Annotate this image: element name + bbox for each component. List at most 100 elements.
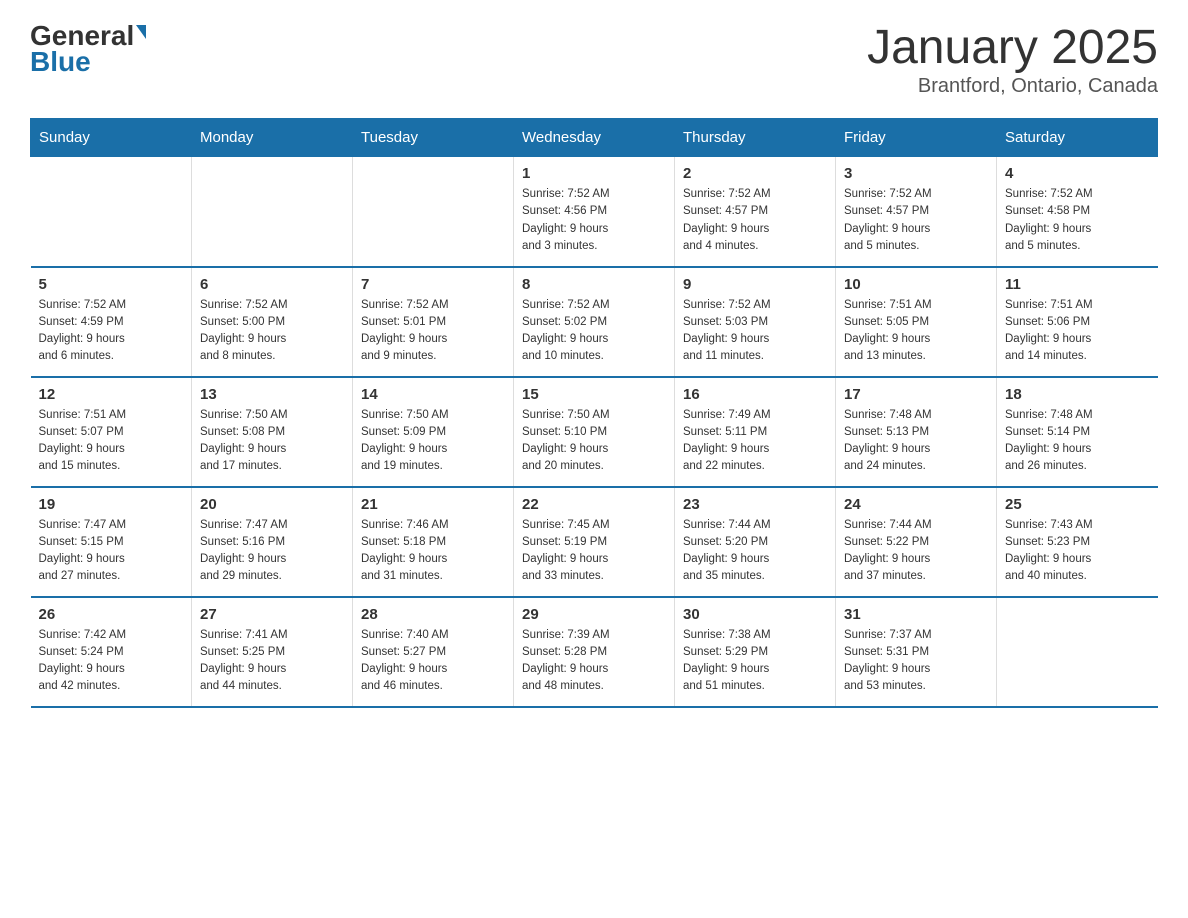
day-number: 30 [683, 606, 827, 623]
day-cell-14: 14Sunrise: 7:50 AM Sunset: 5:09 PM Dayli… [353, 377, 514, 487]
day-info: Sunrise: 7:47 AM Sunset: 5:15 PM Dayligh… [39, 517, 184, 586]
day-info: Sunrise: 7:52 AM Sunset: 5:03 PM Dayligh… [683, 297, 827, 366]
day-number: 25 [1005, 496, 1150, 513]
day-number: 27 [200, 606, 344, 623]
day-header-tuesday: Tuesday [353, 119, 514, 157]
day-info: Sunrise: 7:49 AM Sunset: 5:11 PM Dayligh… [683, 407, 827, 476]
day-cell-31: 31 Sunrise: 7:37 AM Sunset: 5:31 PM Dayli… [836, 597, 997, 707]
day-info: Sunrise: 7:48 AM Sunset: 5:14 PM Dayligh… [1005, 407, 1150, 476]
day-info: Sunrise: 7:42 AM Sunset: 5:24 PM Dayligh… [39, 627, 184, 696]
day-info: Sunrise: 7:52 AM Sunset: 4:57 PM Dayligh… [683, 186, 827, 255]
day-cell-2: 2Sunrise: 7:52 AM Sunset: 4:57 PM Daylig… [675, 157, 836, 267]
day-number: 20 [200, 496, 344, 513]
day-info: Sunrise: 7:52 AM Sunset: 4:59 PM Dayligh… [39, 297, 184, 366]
title-block: January 2025 Brantford, Ontario, Canada [867, 20, 1158, 98]
day-number: 10 [844, 276, 988, 293]
calendar-table: SundayMondayTuesdayWednesdayThursdayFrid… [30, 118, 1158, 708]
day-cell-16: 16 Sunrise: 7:49 AM Sunset: 5:11 PM Dayli… [675, 377, 836, 487]
day-number: 7 [361, 276, 505, 293]
day-info: Sunrise: 7:45 AM Sunset: 5:19 PM Dayligh… [522, 517, 666, 586]
day-info: Sunrise: 7:48 AM Sunset: 5:13 PM Dayligh… [844, 407, 988, 476]
day-info: Sunrise: 7:52 AM Sunset: 5:00 PM Dayligh… [200, 297, 344, 366]
logo-arrow-icon [136, 25, 146, 39]
day-cell-21: 21 Sunrise: 7:46 AM Sunset: 5:18 PM Dayli… [353, 487, 514, 597]
day-info: Sunrise: 7:43 AM Sunset: 5:23 PM Dayligh… [1005, 517, 1150, 586]
empty-cell [353, 157, 514, 267]
day-cell-10: 10 Sunrise: 7:51 AM Sunset: 5:05 PM Dayli… [836, 267, 997, 377]
day-header-wednesday: Wednesday [514, 119, 675, 157]
day-number: 19 [39, 496, 184, 513]
day-info: Sunrise: 7:44 AM Sunset: 5:20 PM Dayligh… [683, 517, 827, 586]
day-info: Sunrise: 7:37 AM Sunset: 5:31 PM Dayligh… [844, 627, 988, 696]
day-number: 1 [522, 165, 666, 182]
day-info: Sunrise: 7:52 AM Sunset: 5:02 PM Dayligh… [522, 297, 666, 366]
day-number: 16 [683, 386, 827, 403]
day-number: 5 [39, 276, 184, 293]
day-info: Sunrise: 7:50 AM Sunset: 5:08 PM Dayligh… [200, 407, 344, 476]
day-cell-7: 7 Sunrise: 7:52 AM Sunset: 5:01 PM Daylig… [353, 267, 514, 377]
day-number: 21 [361, 496, 505, 513]
day-cell-28: 28Sunrise: 7:40 AM Sunset: 5:27 PM Dayli… [353, 597, 514, 707]
day-info: Sunrise: 7:47 AM Sunset: 5:16 PM Dayligh… [200, 517, 344, 586]
day-number: 26 [39, 606, 184, 623]
day-info: Sunrise: 7:50 AM Sunset: 5:09 PM Dayligh… [361, 407, 505, 476]
day-number: 31 [844, 606, 988, 623]
day-cell-5: 5 Sunrise: 7:52 AM Sunset: 4:59 PM Daylig… [31, 267, 192, 377]
day-number: 4 [1005, 165, 1150, 182]
location-title: Brantford, Ontario, Canada [867, 75, 1158, 98]
day-cell-13: 13 Sunrise: 7:50 AM Sunset: 5:08 PM Dayli… [192, 377, 353, 487]
day-info: Sunrise: 7:51 AM Sunset: 5:06 PM Dayligh… [1005, 297, 1150, 366]
day-cell-6: 6Sunrise: 7:52 AM Sunset: 5:00 PM Daylig… [192, 267, 353, 377]
day-info: Sunrise: 7:50 AM Sunset: 5:10 PM Dayligh… [522, 407, 666, 476]
day-cell-20: 20 Sunrise: 7:47 AM Sunset: 5:16 PM Dayli… [192, 487, 353, 597]
day-number: 24 [844, 496, 988, 513]
day-info: Sunrise: 7:40 AM Sunset: 5:27 PM Dayligh… [361, 627, 505, 696]
day-header-sunday: Sunday [31, 119, 192, 157]
day-number: 22 [522, 496, 666, 513]
day-cell-12: 12 Sunrise: 7:51 AM Sunset: 5:07 PM Dayli… [31, 377, 192, 487]
day-info: Sunrise: 7:52 AM Sunset: 4:57 PM Dayligh… [844, 186, 988, 255]
day-cell-11: 11 Sunrise: 7:51 AM Sunset: 5:06 PM Dayli… [997, 267, 1158, 377]
week-row-5: 26 Sunrise: 7:42 AM Sunset: 5:24 PM Dayli… [31, 597, 1158, 707]
day-number: 13 [200, 386, 344, 403]
day-cell-30: 30 Sunrise: 7:38 AM Sunset: 5:29 PM Dayli… [675, 597, 836, 707]
day-info: Sunrise: 7:39 AM Sunset: 5:28 PM Dayligh… [522, 627, 666, 696]
day-number: 29 [522, 606, 666, 623]
logo: General Blue [30, 20, 146, 78]
day-cell-26: 26 Sunrise: 7:42 AM Sunset: 5:24 PM Dayli… [31, 597, 192, 707]
day-number: 12 [39, 386, 184, 403]
day-cell-9: 9Sunrise: 7:52 AM Sunset: 5:03 PM Daylig… [675, 267, 836, 377]
week-row-4: 19 Sunrise: 7:47 AM Sunset: 5:15 PM Dayli… [31, 487, 1158, 597]
day-info: Sunrise: 7:52 AM Sunset: 4:56 PM Dayligh… [522, 186, 666, 255]
day-info: Sunrise: 7:51 AM Sunset: 5:07 PM Dayligh… [39, 407, 184, 476]
day-info: Sunrise: 7:52 AM Sunset: 5:01 PM Dayligh… [361, 297, 505, 366]
day-info: Sunrise: 7:52 AM Sunset: 4:58 PM Dayligh… [1005, 186, 1150, 255]
day-cell-25: 25 Sunrise: 7:43 AM Sunset: 5:23 PM Dayli… [997, 487, 1158, 597]
day-info: Sunrise: 7:38 AM Sunset: 5:29 PM Dayligh… [683, 627, 827, 696]
calendar-body: 1 Sunrise: 7:52 AM Sunset: 4:56 PM Daylig… [31, 157, 1158, 707]
day-number: 11 [1005, 276, 1150, 293]
page-header: General Blue January 2025 Brantford, Ont… [30, 20, 1158, 98]
day-header-monday: Monday [192, 119, 353, 157]
day-cell-24: 24Sunrise: 7:44 AM Sunset: 5:22 PM Dayli… [836, 487, 997, 597]
day-cell-15: 15Sunrise: 7:50 AM Sunset: 5:10 PM Dayli… [514, 377, 675, 487]
day-cell-29: 29 Sunrise: 7:39 AM Sunset: 5:28 PM Dayli… [514, 597, 675, 707]
day-info: Sunrise: 7:41 AM Sunset: 5:25 PM Dayligh… [200, 627, 344, 696]
day-cell-4: 4 Sunrise: 7:52 AM Sunset: 4:58 PM Daylig… [997, 157, 1158, 267]
day-cell-19: 19 Sunrise: 7:47 AM Sunset: 5:15 PM Dayli… [31, 487, 192, 597]
day-cell-23: 23Sunrise: 7:44 AM Sunset: 5:20 PM Dayli… [675, 487, 836, 597]
empty-cell [31, 157, 192, 267]
empty-cell [997, 597, 1158, 707]
day-number: 3 [844, 165, 988, 182]
day-info: Sunrise: 7:46 AM Sunset: 5:18 PM Dayligh… [361, 517, 505, 586]
day-cell-3: 3 Sunrise: 7:52 AM Sunset: 4:57 PM Daylig… [836, 157, 997, 267]
week-row-3: 12 Sunrise: 7:51 AM Sunset: 5:07 PM Dayli… [31, 377, 1158, 487]
day-cell-18: 18Sunrise: 7:48 AM Sunset: 5:14 PM Dayli… [997, 377, 1158, 487]
calendar-header: SundayMondayTuesdayWednesdayThursdayFrid… [31, 119, 1158, 157]
days-header-row: SundayMondayTuesdayWednesdayThursdayFrid… [31, 119, 1158, 157]
week-row-2: 5 Sunrise: 7:52 AM Sunset: 4:59 PM Daylig… [31, 267, 1158, 377]
logo-blue-text: Blue [30, 46, 91, 78]
day-cell-17: 17Sunrise: 7:48 AM Sunset: 5:13 PM Dayli… [836, 377, 997, 487]
day-cell-22: 22 Sunrise: 7:45 AM Sunset: 5:19 PM Dayli… [514, 487, 675, 597]
day-info: Sunrise: 7:51 AM Sunset: 5:05 PM Dayligh… [844, 297, 988, 366]
